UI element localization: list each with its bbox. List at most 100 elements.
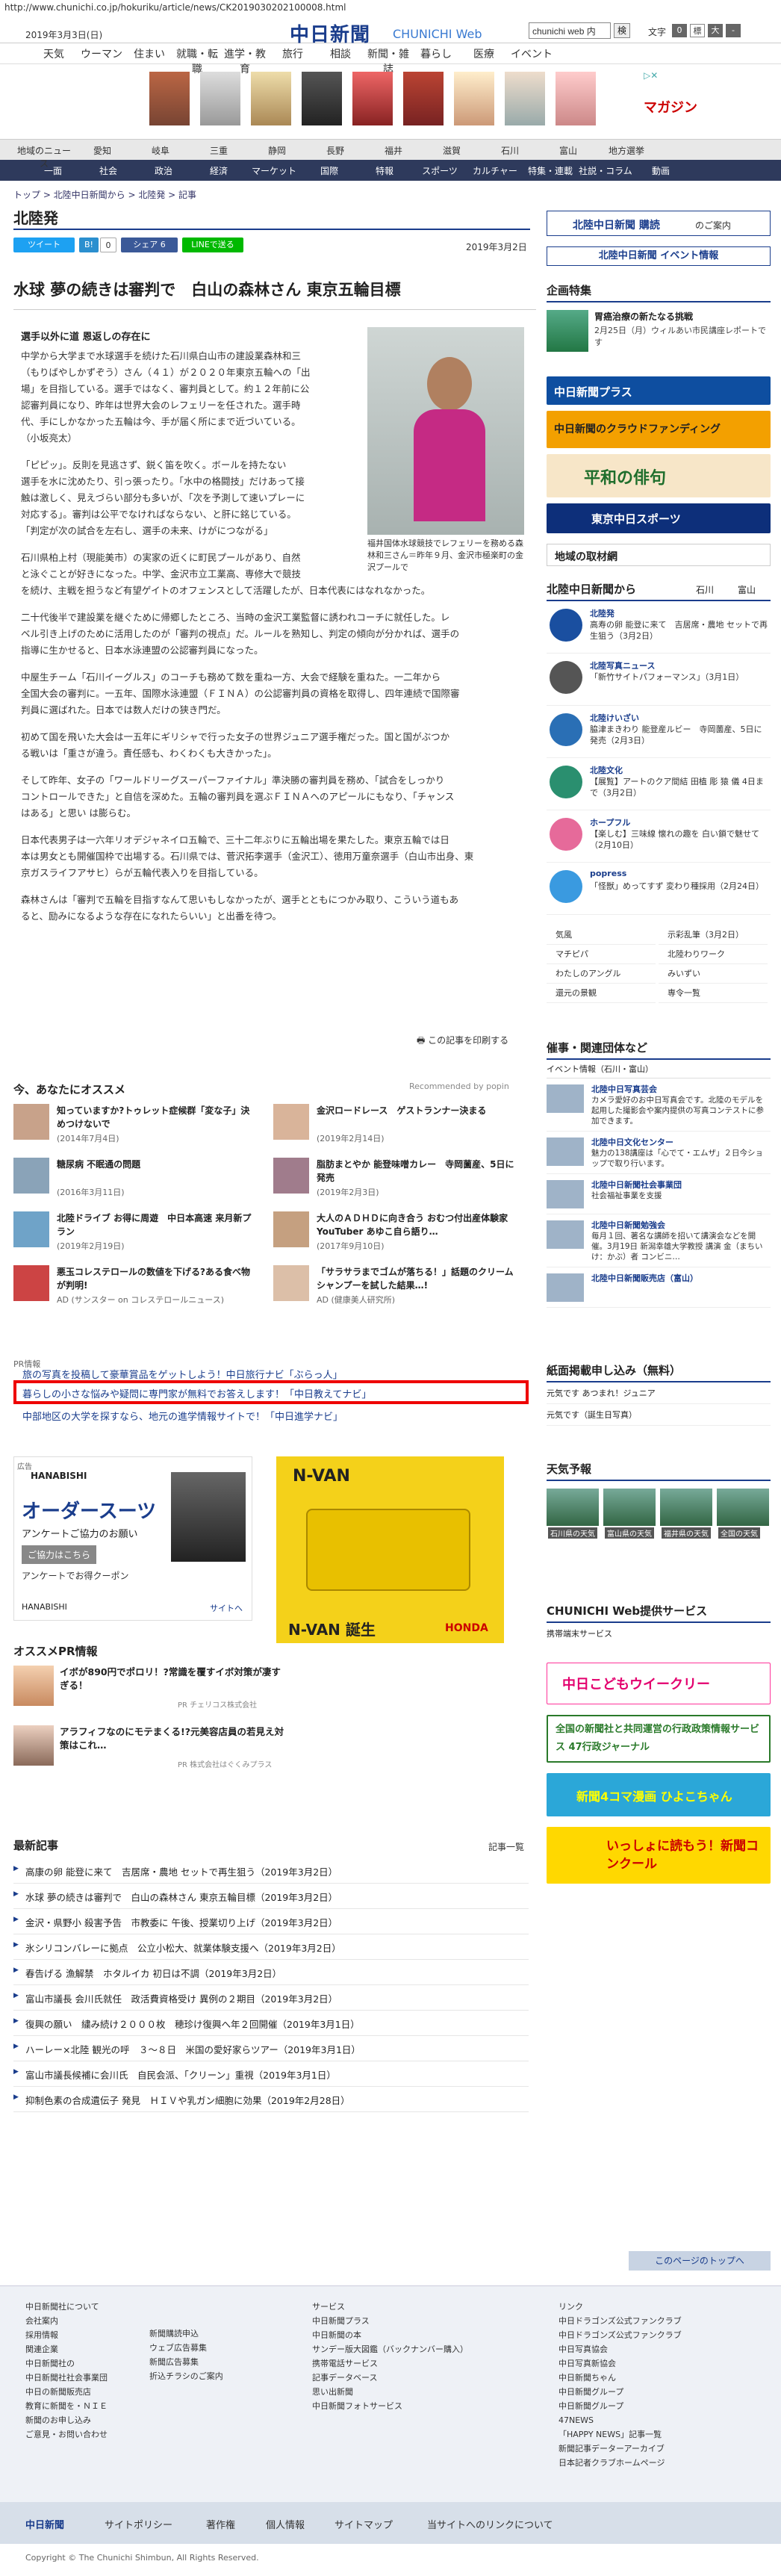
magazine-cover[interactable] xyxy=(302,72,342,125)
popin-credit[interactable]: Recommended by popin xyxy=(409,1081,509,1091)
weather-label[interactable]: 富山県の天気 xyxy=(605,1527,654,1539)
cat-sports[interactable]: スポーツ xyxy=(412,164,467,176)
search-button[interactable]: 検 xyxy=(614,23,630,38)
cat-society[interactable]: 社会 xyxy=(81,164,136,176)
event-item[interactable]: 北陸中日新聞販売店（富山） xyxy=(547,1267,771,1308)
from-item[interactable]: 北陸けいざい 脇津まきわり 能登産ルビー 寺岡薗産、5日に発売（2月3日） xyxy=(547,706,771,758)
footer-link[interactable]: 中日ドラゴンズ公式ファンクラブ xyxy=(558,2314,682,2328)
recommend-item[interactable]: 糖尿病 不眠通の問題 (2016年3月11日) xyxy=(13,1158,260,1199)
recommend-item[interactable]: 脂肪まとやか 能登味噌カレー 寺岡薗産、5日に発売 (2019年2月3日) xyxy=(273,1158,520,1199)
footer-link[interactable]: 中日新聞フォトサービス xyxy=(312,2399,468,2413)
region-fukui[interactable]: 福井 xyxy=(364,144,423,156)
footer-link[interactable]: 中日新聞ちゃん xyxy=(558,2371,682,2385)
column-item[interactable]: みいずい xyxy=(659,963,768,984)
magazine-cover[interactable] xyxy=(454,72,494,125)
torizai-link[interactable]: 地域の取材網 xyxy=(547,544,771,566)
weather-label[interactable]: 福井県の天気 xyxy=(662,1527,711,1539)
latest-item[interactable]: 復興の願い 繍み続け２０００枚 穂珍け復興へ年２回開催（2019年3月1日） xyxy=(13,2012,529,2036)
osusume-pr-item[interactable]: イボが890円でポロリ！?常識を覆すイボ対策が凄すぎる！ PR チェリコス株式会… xyxy=(13,1666,282,1710)
hiyoko-banner[interactable]: 新聞4コマ漫画 ひよこちゃん xyxy=(547,1773,771,1816)
column-item[interactable]: 北陸わりワーク xyxy=(659,944,768,964)
column-item[interactable]: 示彩乱筆（3月2日） xyxy=(659,925,768,945)
footer-link[interactable]: 中日ドラゴンズ公式ファンクラブ xyxy=(558,2328,682,2342)
from-item[interactable]: popress 「怪獣」めってすず 変わり種採用（2月24日） xyxy=(547,863,771,915)
magazine-cover[interactable] xyxy=(149,72,190,125)
footer-link[interactable]: 採用情報 xyxy=(25,2328,108,2342)
cat-front[interactable]: 一面 xyxy=(25,164,81,176)
footer-link[interactable]: ご意見・お問い合わせ xyxy=(25,2427,108,2442)
footer-link[interactable]: サンデー版大図鑑（バックナンバー購入） xyxy=(312,2342,468,2356)
region-news[interactable]: 地域のニュース xyxy=(15,144,73,169)
tab-toyama[interactable]: 富山 xyxy=(738,583,756,596)
font-large-button[interactable]: 大 xyxy=(708,24,723,37)
footer-link[interactable]: 新聞広告募集 xyxy=(149,2355,223,2369)
footer-link[interactable]: 日本記者クラブホームページ xyxy=(558,2456,682,2470)
footer-link[interactable]: 中日新聞の本 xyxy=(312,2328,468,2342)
region-election[interactable]: 地方選挙 xyxy=(597,144,656,156)
column-item[interactable]: 専令一覧 xyxy=(659,983,768,1003)
footer-link[interactable]: 中日新聞プラス xyxy=(312,2314,468,2328)
nav-housing[interactable]: 住まい xyxy=(125,46,173,60)
footer-link[interactable]: 関連企業 xyxy=(25,2342,108,2356)
weather-label[interactable]: 全国の天気 xyxy=(718,1527,760,1539)
footer-link-copyright[interactable]: 著作権 xyxy=(206,2517,235,2531)
cat-international[interactable]: 国際 xyxy=(302,164,357,176)
cat-video[interactable]: 動画 xyxy=(633,164,688,176)
event-item[interactable]: 北陸中日写真芸会 カメラ愛好のお中日写真会です。北陸のモデルを起用した撮影会や案内… xyxy=(547,1078,771,1132)
kikaku-item[interactable]: 胃癌治療の新たなる挑戦 2月25日（月）ウィルあい市民講座レポートです xyxy=(547,302,771,362)
weather-map-toyama[interactable] xyxy=(603,1489,656,1526)
nav-life[interactable]: 暮らし xyxy=(412,46,460,60)
hatena-button[interactable]: B! xyxy=(79,238,99,252)
region-ishikawa[interactable]: 石川 xyxy=(481,144,539,156)
site-logo[interactable]: 中日新聞 xyxy=(290,19,370,47)
nvan-ad[interactable]: N-VAN N-VAN 誕生 HONDA xyxy=(276,1456,504,1643)
footer-link[interactable]: 47NEWS xyxy=(558,2413,682,2427)
event-item[interactable]: 北陸中日文化センター 魅力の138講座は「心でて・エムザ」２日今ショップで取り行い… xyxy=(547,1132,771,1174)
print-article-button[interactable]: 🖶 この記事を印刷する xyxy=(417,1034,508,1049)
from-item[interactable]: 北陸文化 【展覧】アートのクア間結 田植 彫 猿 儀 4日まで（3月2日） xyxy=(547,758,771,810)
kodomo-banner[interactable]: 中日こどもウイークリー xyxy=(547,1663,771,1704)
weather-label[interactable]: 石川県の天気 xyxy=(548,1527,597,1539)
footer-link[interactable]: ウェブ広告募集 xyxy=(149,2341,223,2355)
footer-link[interactable]: 新聞購読申込 xyxy=(149,2327,223,2341)
footer-link-privacy[interactable]: 個人情報 xyxy=(266,2517,305,2531)
gyosei-banner[interactable]: 全国の新聞社と共同運営の行政政策情報サービス 47行政ジャーナル xyxy=(547,1715,771,1763)
tab-ishikawa[interactable]: 石川 xyxy=(696,583,714,596)
ad-site-link[interactable]: サイトへ xyxy=(210,1602,243,1614)
nav-weather[interactable]: 天気 xyxy=(30,46,78,60)
footer-link[interactable]: 携帯電話サービス xyxy=(312,2356,468,2371)
suit-ad[interactable]: 広告 HANABISHI オーダースーツ アンケートご協力のお願い ご協力はこち… xyxy=(13,1456,252,1621)
column-item[interactable]: 還元の景観 xyxy=(547,983,656,1003)
footer-link[interactable]: サービス xyxy=(312,2300,468,2314)
cat-market[interactable]: マーケット xyxy=(246,164,302,176)
region-nagano[interactable]: 長野 xyxy=(306,144,364,156)
event-link[interactable]: 北陸中日新聞 イベント情報 xyxy=(547,246,771,266)
region-shiga[interactable]: 滋賀 xyxy=(423,144,481,156)
footer-link[interactable]: 会社案内 xyxy=(25,2314,108,2328)
event-item[interactable]: 北陸中日新聞勉強会 毎月１回、著名な講師を招いて講演会などを開催。3月19日 新潟… xyxy=(547,1214,771,1267)
nav-education[interactable]: 進学・教育 xyxy=(221,46,269,75)
magazine-cover[interactable] xyxy=(556,72,596,125)
region-gifu[interactable]: 岐阜 xyxy=(131,144,190,156)
ad-close-icon[interactable]: ▷✕ xyxy=(644,70,658,81)
column-item[interactable]: マチピパ xyxy=(547,944,656,964)
latest-item[interactable]: 富山市議長候補に会川氏 自民会派、「クリーン」重視（2019年3月1日） xyxy=(13,2063,529,2087)
footer-link[interactable]: 中日新聞グループ xyxy=(558,2399,682,2413)
latest-item[interactable]: 高康の卵 能登に来て 吉居席・農地 セットで再生狙う（2019年3月2日） xyxy=(13,1860,529,1884)
address-bar[interactable]: http://www.chunichi.co.jp/hokuriku/artic… xyxy=(0,0,781,16)
footer-link-linking[interactable]: 当サイトへのリンクについて xyxy=(427,2517,553,2531)
nav-magazines[interactable]: 新聞・雑誌 xyxy=(364,46,412,75)
footer-link[interactable]: 中日新聞社について xyxy=(25,2300,108,2314)
font-normal-button[interactable]: 標 xyxy=(690,24,705,37)
weather-map-ishikawa[interactable] xyxy=(547,1489,599,1526)
recommend-item[interactable]: 北陸ドライブ お得に周遊 中日本高速 来月新プラン (2019年2月19日) xyxy=(13,1211,260,1253)
osusume-pr-item[interactable]: アラフィフなのにモテまくる!?元美容店員の若見え対策はこれ… PR 株式会社はぐ… xyxy=(13,1725,284,1770)
footer-link[interactable]: 新聞のお申し込み xyxy=(25,2413,108,2427)
magazine-cover[interactable] xyxy=(251,72,291,125)
haiku-banner[interactable]: 平和の俳句 xyxy=(547,454,771,497)
tweet-button[interactable]: ツイート xyxy=(13,238,75,252)
recommend-item[interactable]: 金沢ロードレース ゲストランナー決まる (2019年2月14日) xyxy=(273,1104,520,1146)
column-item[interactable]: 気風 xyxy=(547,925,656,945)
cat-editorial[interactable]: 社説・コラム xyxy=(578,164,633,176)
footer-link[interactable]: 新聞記事データーアーカイブ xyxy=(558,2442,682,2456)
